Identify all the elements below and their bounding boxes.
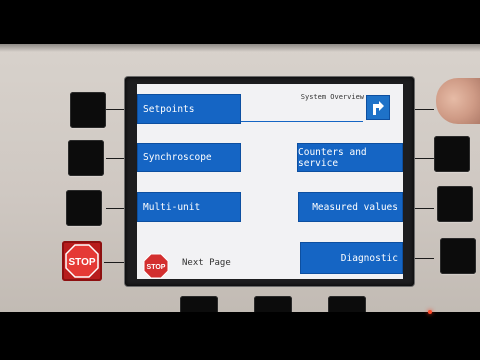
softkey-right-4[interactable]: [440, 238, 476, 274]
next-page-label[interactable]: Next Page: [182, 258, 231, 268]
diagnostic-button[interactable]: Diagnostic: [300, 242, 403, 274]
softkey-connector: [106, 158, 126, 159]
softkey-connector: [104, 262, 126, 263]
stop-sign-icon: STOP: [143, 253, 169, 279]
setpoints-button[interactable]: Setpoints: [137, 94, 241, 124]
softkey-connector: [414, 158, 434, 159]
stop-key-label: STOP: [68, 257, 95, 268]
softkey-left-3[interactable]: [66, 190, 102, 226]
return-arrow-icon: [373, 101, 384, 115]
softkey-connector: [414, 258, 434, 259]
counters-and-service-button[interactable]: Counters and service: [297, 143, 403, 172]
panel-bottom-edge: [0, 312, 480, 360]
softkey-right-3[interactable]: [437, 186, 473, 222]
screen-title: System Overview: [300, 93, 364, 101]
hmi-screen: Setpoints Synchroscope Multi-unit System…: [137, 84, 403, 279]
panel-shadow: [0, 44, 480, 52]
softkey-connector: [106, 208, 126, 209]
back-button[interactable]: [366, 95, 390, 120]
title-divider: [241, 121, 363, 122]
stop-icon-text: STOP: [147, 264, 166, 271]
softkey-connector: [414, 109, 434, 110]
softkey-right-2[interactable]: [434, 136, 470, 172]
softkey-connector: [414, 208, 434, 209]
multi-unit-button[interactable]: Multi-unit: [137, 192, 241, 222]
softkey-connector: [106, 109, 126, 110]
operator-finger: [436, 78, 480, 124]
stop-key[interactable]: STOP: [62, 241, 102, 281]
measured-values-button[interactable]: Measured values: [298, 192, 403, 222]
stop-button[interactable]: STOP: [143, 253, 169, 279]
stop-sign-icon: STOP: [65, 244, 99, 278]
status-led: [428, 310, 432, 314]
synchroscope-button[interactable]: Synchroscope: [137, 143, 241, 172]
softkey-left-2[interactable]: [68, 140, 104, 176]
softkey-left-1[interactable]: [70, 92, 106, 128]
